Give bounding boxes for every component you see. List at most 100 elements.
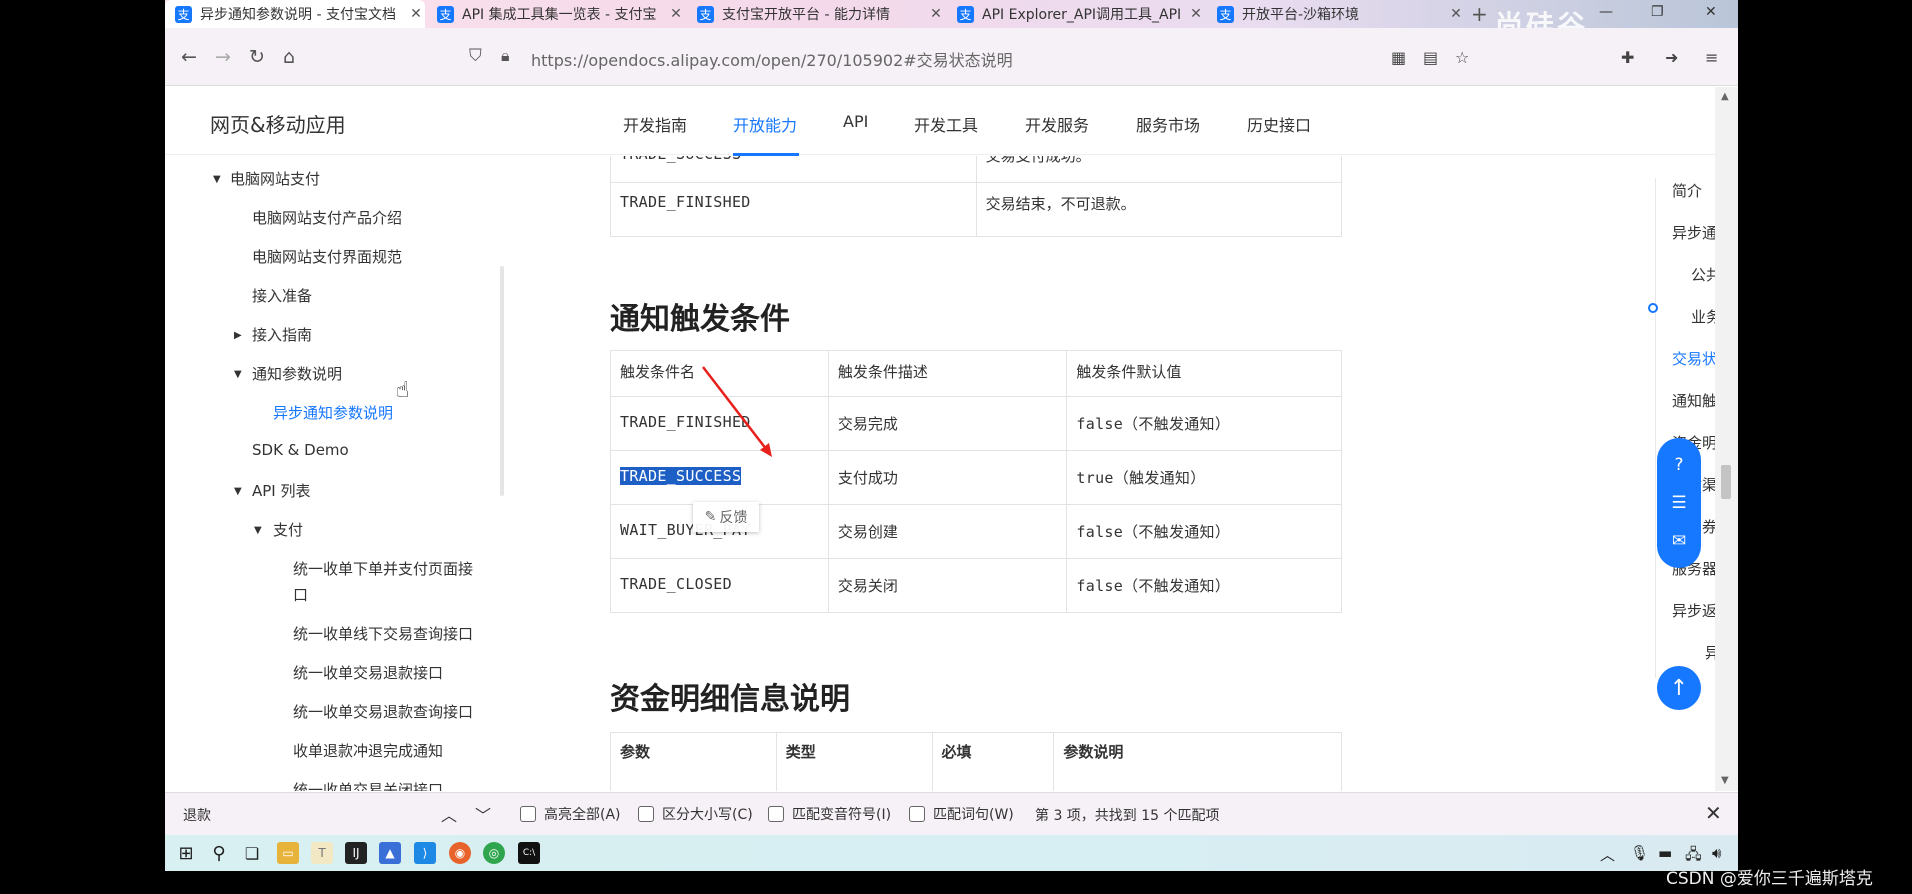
browser-tab[interactable]: 支 支付宝开放平台 - 能力详情 ✕: [687, 0, 945, 28]
whole-words-checkbox[interactable]: 匹配词句(W): [909, 804, 1014, 824]
toc-item[interactable]: 业务参数: [1691, 306, 1715, 327]
toc-item[interactable]: 异步通知参数: [1672, 222, 1715, 243]
topnav-dev-tools[interactable]: 开发工具: [914, 112, 978, 136]
file-explorer-icon[interactable]: ▭: [277, 842, 299, 864]
shield-icon[interactable]: ⛉: [469, 46, 482, 66]
sidebar-item[interactable]: 统一收单交易退款接口: [293, 662, 443, 683]
windows-start-icon[interactable]: ⊞: [175, 842, 197, 864]
collapse-arrow-icon[interactable]: ▶: [234, 330, 242, 341]
scroll-up-icon[interactable]: ▲: [1721, 91, 1729, 102]
browser-tab[interactable]: 支 API 集成工具集一览表 - 支付宝 ✕: [427, 0, 685, 28]
close-tab-icon[interactable]: ✕: [1187, 6, 1205, 22]
topnav-api[interactable]: API: [843, 112, 868, 131]
minimize-icon[interactable]: —: [1599, 4, 1613, 20]
toc-item[interactable]: 异步通知验签: [1705, 642, 1715, 663]
mail-icon[interactable]: ✉: [1669, 532, 1689, 550]
checkbox-box[interactable]: [638, 806, 654, 822]
browser-tab[interactable]: 支 API Explorer_API调用工具_API ✕: [947, 0, 1205, 28]
intellij-icon[interactable]: IJ: [345, 842, 367, 864]
reader-view-icon[interactable]: ▤: [1423, 48, 1438, 67]
url-field[interactable]: https://opendocs.alipay.com/open/270/105…: [531, 47, 1013, 71]
expand-arrow-icon[interactable]: ▼: [234, 486, 242, 497]
forward-icon[interactable]: →: [215, 46, 231, 68]
help-icon[interactable]: ?: [1669, 456, 1689, 474]
sidebar-item[interactable]: 统一收单线下交易查询接口: [293, 623, 473, 644]
highlight-all-checkbox[interactable]: 高亮全部(A): [520, 804, 621, 824]
close-tab-icon[interactable]: ✕: [407, 6, 425, 22]
find-input[interactable]: 退款: [183, 805, 211, 825]
sidebar-item[interactable]: SDK & Demo: [252, 441, 349, 459]
scrollbar-thumb[interactable]: [1721, 465, 1731, 499]
back-to-top-button[interactable]: ↑: [1657, 666, 1701, 710]
browser-tab[interactable]: 支 开放平台-沙箱环境 ✕: [1207, 0, 1465, 28]
find-previous-icon[interactable]: ︿: [441, 802, 457, 826]
close-tab-icon[interactable]: ✕: [927, 6, 945, 22]
window-close-icon[interactable]: ✕: [1705, 4, 1717, 20]
page-scrollbar[interactable]: ▲ ▼: [1715, 87, 1738, 791]
sidebar-item[interactable]: API 列表: [252, 480, 311, 501]
sidebar-item[interactable]: 统一收单交易关闭接口: [293, 779, 443, 791]
toc-item-active[interactable]: 交易状态说明: [1672, 348, 1715, 369]
bookmark-star-icon[interactable]: ☆: [1455, 48, 1469, 67]
sidebar-item[interactable]: 电脑网站支付产品介绍: [252, 207, 402, 228]
sidebar-item-active[interactable]: 异步通知参数说明: [273, 402, 393, 423]
sidebar-item-wrap[interactable]: 口: [293, 584, 308, 605]
toc-item[interactable]: 通知触发条件: [1672, 390, 1715, 411]
task-view-icon[interactable]: ❏: [241, 842, 263, 864]
home-icon[interactable]: ⌂: [283, 46, 295, 68]
vscode-icon[interactable]: ⟩: [414, 842, 436, 864]
match-case-checkbox[interactable]: 区分大小写(C): [638, 804, 753, 824]
checkbox-box[interactable]: [909, 806, 925, 822]
expand-arrow-icon[interactable]: ▼: [254, 525, 262, 536]
browser-tab[interactable]: 支 异步通知参数说明 - 支付宝文档 ✕: [165, 0, 425, 28]
topnav-legacy-api[interactable]: 历史接口: [1247, 112, 1311, 136]
sidebar-item[interactable]: 接入指南: [252, 324, 312, 345]
qr-code-icon[interactable]: ▦: [1391, 48, 1406, 67]
checkbox-box[interactable]: [768, 806, 784, 822]
scroll-down-icon[interactable]: ▼: [1721, 775, 1729, 786]
chat-icon[interactable]: ☰: [1669, 494, 1689, 512]
lock-icon[interactable]: 🔒︎: [501, 46, 510, 66]
sidebar-item[interactable]: 统一收单交易退款查询接口: [293, 701, 473, 722]
topnav-service-market[interactable]: 服务市场: [1136, 112, 1200, 136]
firefox-icon[interactable]: ◉: [449, 842, 471, 864]
sidebar-scrollbar[interactable]: [500, 266, 504, 496]
search-icon[interactable]: ⚲: [208, 842, 230, 864]
topnav-dev-guide[interactable]: 开发指南: [623, 112, 687, 136]
topnav-open-capability[interactable]: 开放能力: [733, 112, 797, 136]
sidebar-item[interactable]: 电脑网站支付界面规范: [252, 246, 402, 267]
toc-item[interactable]: 简介: [1672, 180, 1702, 201]
menu-icon[interactable]: ≡: [1705, 48, 1718, 67]
extensions-icon[interactable]: ✚: [1621, 48, 1634, 67]
maximize-icon[interactable]: ❐: [1651, 4, 1664, 20]
expand-arrow-icon[interactable]: ▼: [234, 369, 242, 380]
battery-icon[interactable]: ▬: [1658, 844, 1672, 862]
app-icon[interactable]: ▲: [379, 842, 401, 864]
tray-chevron-icon[interactable]: ︿: [1600, 844, 1615, 865]
new-tab-button[interactable]: +: [1471, 2, 1488, 26]
back-icon[interactable]: ←: [181, 46, 197, 68]
terminal-icon[interactable]: C:\: [518, 842, 540, 864]
sidebar-item[interactable]: 统一收单下单并支付页面接: [293, 558, 473, 579]
toc-item[interactable]: 异步返回结果的验签: [1672, 600, 1715, 621]
volume-icon[interactable]: 🔊︎: [1712, 844, 1721, 862]
chrome-icon[interactable]: ◎: [483, 842, 505, 864]
match-diacritics-checkbox[interactable]: 匹配变音符号(I): [768, 804, 891, 824]
close-tab-icon[interactable]: ✕: [667, 6, 685, 22]
sidebar-item[interactable]: 支付: [273, 519, 303, 540]
sidebar-item[interactable]: 接入准备: [252, 285, 312, 306]
sync-icon[interactable]: ➜: [1665, 48, 1678, 67]
toc-item[interactable]: 公共参数: [1691, 264, 1715, 285]
topnav-dev-service[interactable]: 开发服务: [1025, 112, 1089, 136]
sidebar-item[interactable]: 通知参数说明: [252, 363, 342, 384]
reload-icon[interactable]: ↻: [249, 46, 265, 68]
close-tab-icon[interactable]: ✕: [1447, 6, 1465, 22]
site-title[interactable]: 网页&移动应用: [210, 109, 346, 138]
feedback-popup-button[interactable]: ✎ 反馈: [693, 502, 759, 532]
notepad-icon[interactable]: T: [311, 842, 333, 864]
expand-arrow-icon[interactable]: ▼: [213, 174, 221, 185]
checkbox-box[interactable]: [520, 806, 536, 822]
sidebar-item[interactable]: 电脑网站支付: [230, 168, 320, 189]
close-find-icon[interactable]: ✕: [1705, 801, 1722, 825]
microphone-icon[interactable]: 🎙︎: [1630, 844, 1649, 862]
